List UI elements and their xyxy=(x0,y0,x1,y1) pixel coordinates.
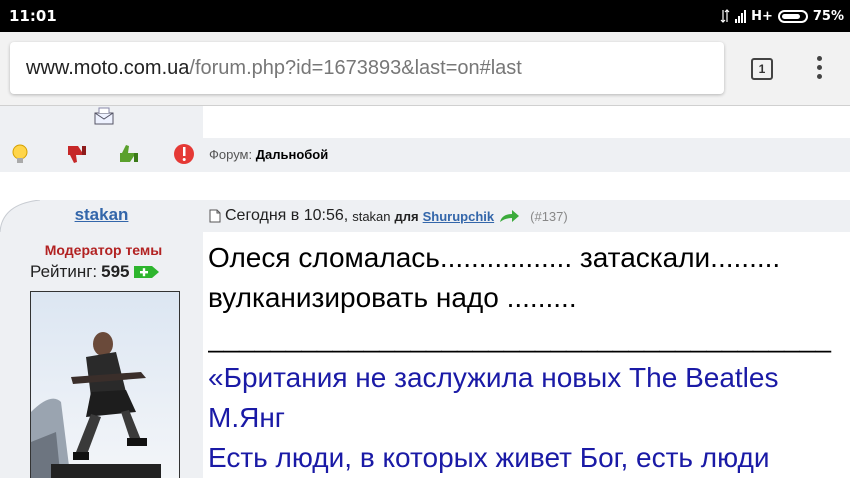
post-doc-icon[interactable] xyxy=(209,209,221,223)
rating-label: Рейтинг: xyxy=(30,262,98,281)
signature-line-1: «Британия не заслужила новых The Beatles xyxy=(208,362,779,393)
rating-plus-icon[interactable] xyxy=(133,264,160,280)
status-time: 11:01 xyxy=(9,7,57,25)
signal-icon xyxy=(735,9,747,23)
post-author-username[interactable]: stakan xyxy=(0,205,203,225)
thumbs-down-icon[interactable] xyxy=(64,142,88,166)
post-text-line-1: Олеся сломалась................. затаска… xyxy=(208,242,781,273)
network-type: H+ xyxy=(751,8,773,24)
for-word: для xyxy=(394,208,419,224)
address-bar[interactable]: www.moto.com.ua/forum.php?id=1673893&las… xyxy=(10,42,724,94)
tab-switcher-button[interactable]: 1 xyxy=(751,58,773,80)
post-text-line-2: вулканизировать надо ......... xyxy=(208,282,577,313)
mail-icon[interactable] xyxy=(93,107,115,125)
post-date: Сегодня в 10:56, xyxy=(225,207,349,224)
battery-percent: 75% xyxy=(812,8,844,24)
forum-name[interactable]: Дальнобой xyxy=(256,147,329,162)
post-author: stakan xyxy=(352,208,391,224)
author-avatar[interactable] xyxy=(30,291,180,478)
reply-arrow-icon[interactable] xyxy=(498,208,520,224)
author-role: Модератор темы xyxy=(44,242,163,258)
rating-value: 595 xyxy=(101,262,130,281)
url-path: /forum.php?id=1673893&last=on#last xyxy=(189,57,522,79)
url-text[interactable]: www.moto.com.ua/forum.php?id=1673893&las… xyxy=(26,57,522,80)
prev-post-content xyxy=(203,106,850,138)
forum-label: Форум: xyxy=(209,147,253,162)
overflow-menu-button[interactable] xyxy=(814,56,824,84)
data-transfer-icon xyxy=(720,9,730,23)
signature-separator: ________________________________________ xyxy=(208,322,831,353)
post-body: Олеся сломалась................. затаска… xyxy=(208,238,850,478)
post-number[interactable]: (#137) xyxy=(530,209,568,224)
author-rating: Рейтинг: 595 xyxy=(30,262,160,282)
forum-info: Форум: Дальнобой xyxy=(209,147,328,162)
avatar-image xyxy=(31,292,179,478)
status-bar: 11:01 H+ 75% xyxy=(0,0,850,32)
battery-icon xyxy=(777,9,808,23)
status-icons: H+ 75% xyxy=(720,7,844,25)
signature-line-2: М.Янг xyxy=(208,402,285,433)
post-header: Сегодня в 10:56, stakan для Shurupchik (… xyxy=(203,200,850,232)
reply-to-user[interactable]: Shurupchik xyxy=(423,209,495,224)
url-domain: www.moto.com.ua xyxy=(26,57,190,79)
signature-line-3: Есть люди, в которых живет Бог, есть люд… xyxy=(208,442,770,473)
thumbs-up-icon[interactable] xyxy=(116,142,140,166)
browser-toolbar: www.moto.com.ua/forum.php?id=1673893&las… xyxy=(0,32,850,106)
warning-icon[interactable] xyxy=(172,142,196,166)
post-meta: Сегодня в 10:56, stakan для Shurupchik (… xyxy=(209,207,568,225)
lightbulb-icon[interactable] xyxy=(8,142,32,166)
